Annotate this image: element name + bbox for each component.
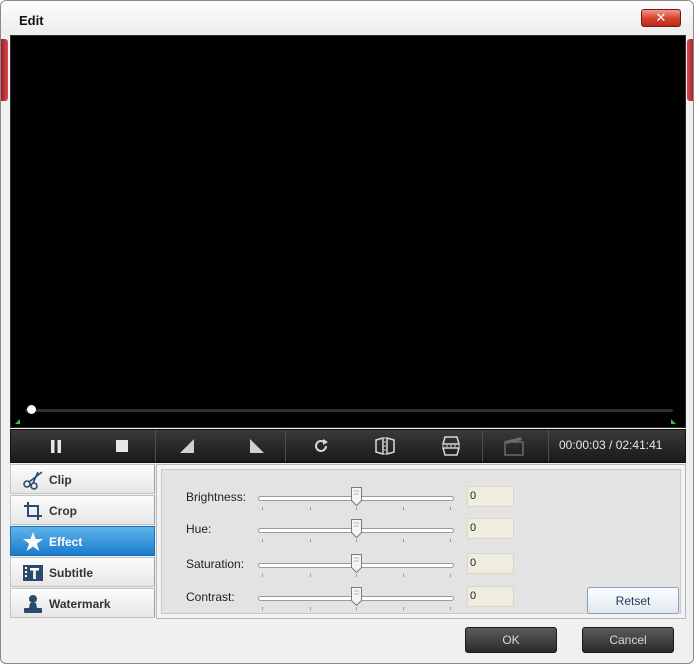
tab-watermark[interactable]: Watermark (10, 588, 155, 618)
transform-group (286, 430, 483, 462)
watermark-icon (24, 595, 42, 613)
effect-panel: Brightness: 0 Hue: 0 Saturation: 0 Contr… (156, 464, 686, 619)
tab-effect[interactable]: Effect (10, 526, 155, 556)
tab-watermark-label: Watermark (49, 597, 111, 611)
rotate-button[interactable] (306, 430, 336, 462)
contrast-label: Contrast: (186, 590, 235, 604)
tab-clip-label: Clip (49, 473, 72, 487)
edit-dialog: Edit ✕ 00:00:03 / 02:41:41 Clip Crop Eff… (0, 0, 694, 664)
snapshot-icon (504, 437, 524, 456)
hue-value-input[interactable]: 0 (467, 518, 514, 539)
saturation-slider-thumb[interactable] (350, 554, 362, 574)
tab-subtitle[interactable]: Subtitle (10, 557, 155, 587)
tab-crop-label: Crop (49, 504, 77, 518)
mark-in-button[interactable] (172, 430, 202, 462)
playback-group (11, 430, 156, 462)
effect-settings: Brightness: 0 Hue: 0 Saturation: 0 Contr… (161, 469, 681, 614)
window-edge-right (687, 39, 693, 101)
saturation-row: Saturation: 0 (162, 549, 662, 579)
saturation-value-input[interactable]: 0 (467, 553, 514, 574)
rotate-icon (315, 439, 328, 452)
snapshot-group (483, 430, 549, 462)
slider-tick (450, 539, 451, 542)
tab-subtitle-label: Subtitle (49, 566, 93, 580)
slider-tick (356, 607, 357, 610)
slider-tick (310, 574, 311, 577)
pause-button[interactable] (41, 430, 71, 462)
window-edge-left (1, 39, 8, 101)
star-icon (23, 532, 43, 551)
pause-icon (51, 439, 61, 453)
tab-clip[interactable]: Clip (10, 464, 155, 494)
reset-button[interactable]: Retset (587, 587, 679, 614)
edit-tabs: Clip Crop Effect Subtitle Watermark (10, 464, 155, 619)
flip-horizontal-button[interactable] (370, 430, 400, 462)
close-button[interactable]: ✕ (641, 9, 681, 27)
flip-vertical-icon (442, 436, 460, 456)
slider-tick (310, 539, 311, 542)
slider-tick (403, 539, 404, 542)
seek-bar[interactable] (25, 409, 673, 412)
slider-tick (356, 507, 357, 510)
timecode: 00:00:03 / 02:41:41 (559, 438, 663, 452)
seek-handle[interactable] (26, 405, 36, 414)
dialog-title: Edit (19, 13, 44, 28)
ok-button[interactable]: OK (465, 627, 557, 653)
saturation-label: Saturation: (186, 557, 245, 571)
slider-tick (262, 539, 263, 542)
cancel-button[interactable]: Cancel (582, 627, 674, 653)
brightness-row: Brightness: 0 (162, 482, 662, 512)
player-controls: 00:00:03 / 02:41:41 (10, 429, 686, 463)
hue-slider-thumb[interactable] (350, 519, 362, 539)
mark-out-icon (250, 439, 264, 453)
end-marker-icon (671, 419, 676, 424)
brightness-label: Brightness: (186, 490, 247, 504)
hue-row: Hue: 0 (162, 514, 662, 544)
stop-button[interactable] (107, 430, 137, 462)
slider-tick (403, 607, 404, 610)
slider-tick (450, 574, 451, 577)
crop-icon (24, 502, 42, 520)
slider-tick (262, 607, 263, 610)
brightness-slider-thumb[interactable] (350, 487, 362, 507)
tab-effect-label: Effect (49, 535, 83, 549)
contrast-slider-thumb[interactable] (350, 587, 362, 607)
slider-tick (262, 507, 263, 510)
video-preview (10, 35, 686, 428)
mark-in-icon (180, 439, 194, 453)
slider-tick (403, 574, 404, 577)
slider-tick (450, 507, 451, 510)
flip-vertical-button[interactable] (436, 430, 466, 462)
start-marker-icon (15, 419, 20, 424)
snapshot-button[interactable] (499, 430, 529, 462)
slider-tick (262, 574, 263, 577)
flip-horizontal-icon (375, 437, 395, 455)
slider-tick (356, 539, 357, 542)
scissors-icon (23, 471, 43, 490)
subtitle-icon (23, 565, 43, 581)
contrast-value-input[interactable]: 0 (467, 586, 514, 607)
tab-crop[interactable]: Crop (10, 495, 155, 525)
mark-out-button[interactable] (242, 430, 272, 462)
title-bar: Edit ✕ (1, 1, 693, 35)
slider-tick (310, 507, 311, 510)
close-icon: ✕ (655, 10, 667, 25)
brightness-value-input[interactable]: 0 (467, 486, 514, 507)
stop-icon (116, 440, 128, 452)
slider-tick (310, 607, 311, 610)
slider-tick (403, 507, 404, 510)
slider-tick (450, 607, 451, 610)
trim-group (156, 430, 286, 462)
slider-tick (356, 574, 357, 577)
hue-label: Hue: (186, 522, 212, 536)
